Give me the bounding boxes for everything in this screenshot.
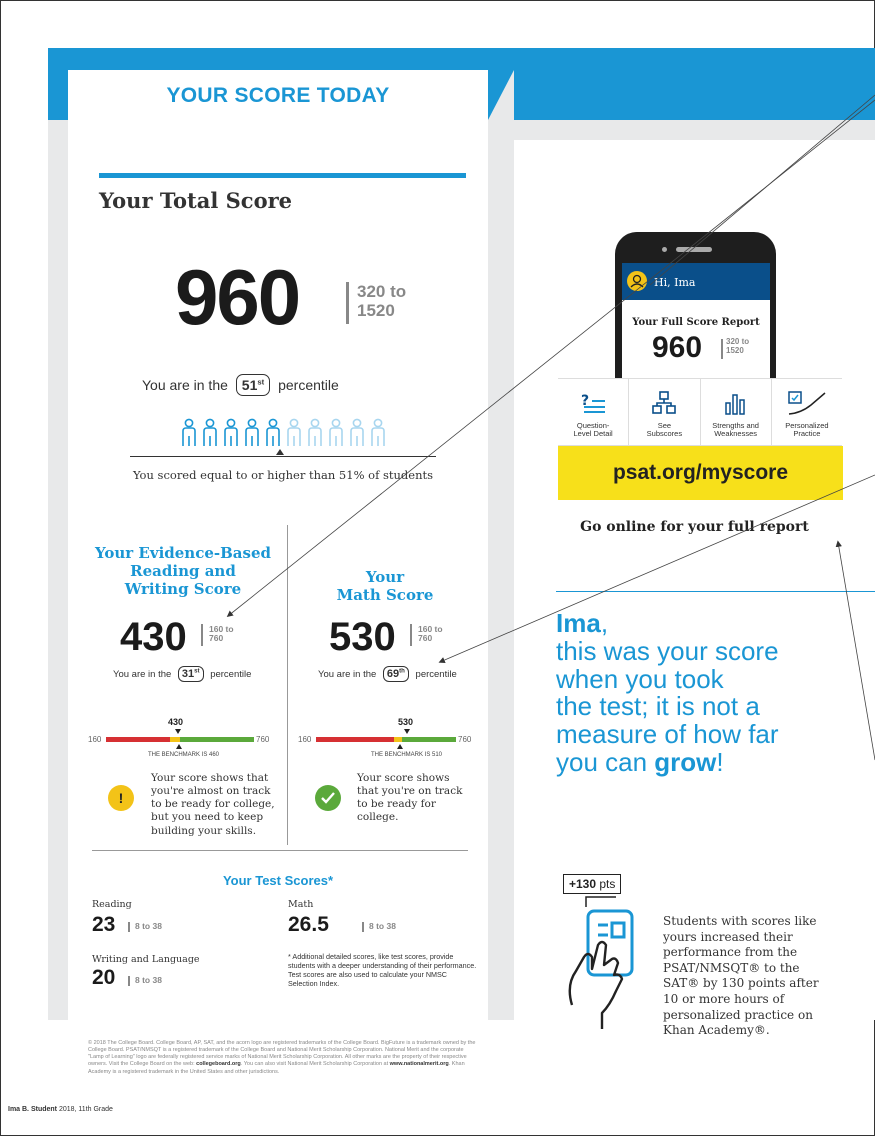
student-detail: 2018, 11th Grade — [58, 1106, 113, 1113]
student-footer: Ima B. Student 2018, 11th Grade — [8, 1106, 113, 1113]
arrow-to-go-online — [835, 540, 875, 761]
student-name: Ima B. Student — [8, 1106, 58, 1113]
arrow-to-ebrw-score — [226, 99, 875, 617]
callout-arrows — [226, 94, 875, 761]
arrow-to-math-percentile — [438, 474, 875, 664]
